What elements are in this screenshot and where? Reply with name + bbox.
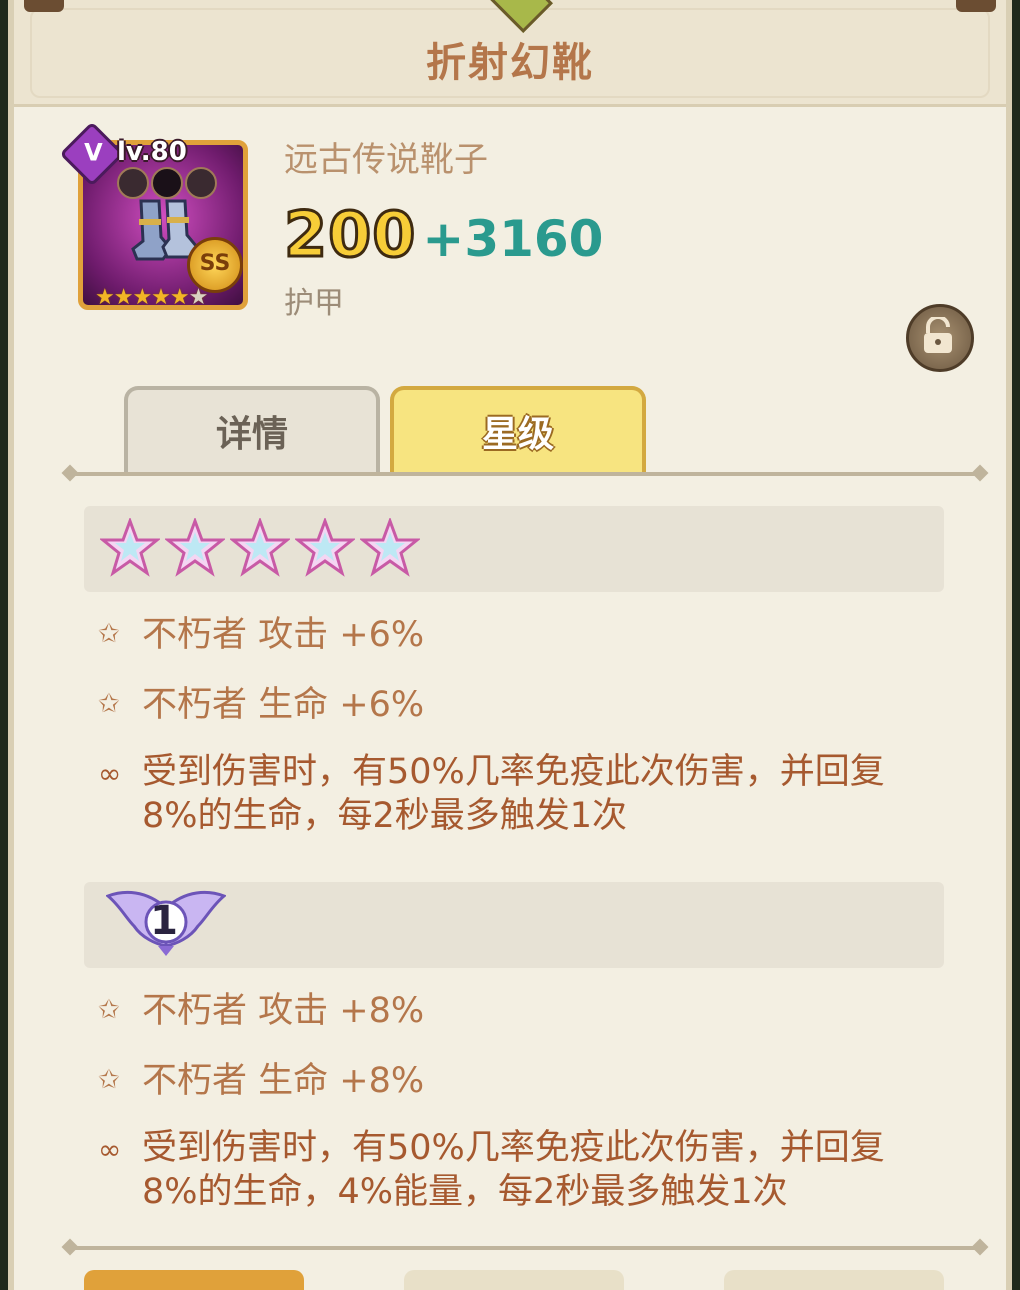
item-title: 折射幻靴 [426, 40, 594, 86]
item-level: lv.80 [117, 137, 187, 167]
item-stat: 200 +3160 [282, 197, 604, 273]
bottom-action-button[interactable] [724, 1270, 944, 1290]
rainbow-star-icon [165, 518, 225, 577]
item-rarity: 远古传说靴子 [284, 140, 488, 180]
bonus-line: ✩ 不朽者 生命 +8% [98, 1061, 425, 1101]
item-icon[interactable]: V lv.80 SS ★★★★★★ [59, 121, 248, 310]
gem-socket-icon [185, 167, 217, 199]
item-star-rating: ★★★★★★ [95, 285, 208, 310]
unlock-icon [924, 317, 952, 353]
header-gem-ornament [485, 0, 553, 33]
header-corner-ornament [956, 0, 996, 12]
bottom-action-button[interactable] [404, 1270, 624, 1290]
star-outline-icon: ✩ [98, 689, 120, 719]
bonus-line: ✩ 不朽者 生命 +6% [98, 685, 425, 725]
bottom-action-button[interactable] [84, 1270, 304, 1290]
link-icon: ∞ [98, 757, 122, 790]
rainbow-star-icon [295, 518, 355, 577]
effect-description: ∞ 受到伤害时，有50%几率免疫此次伤害，并回复8%的生命，每2秒最多触发1次 [98, 752, 885, 836]
tab-details[interactable]: 详情 [124, 386, 380, 474]
stat-base-value: 200 [282, 197, 417, 273]
star-outline-icon: ✩ [98, 619, 120, 649]
wing-level: 1 [150, 898, 178, 944]
stat-type-label: 护甲 [284, 286, 344, 321]
divider [70, 472, 980, 476]
star-outline-icon: ✩ [98, 995, 120, 1025]
vip-badge: V [59, 121, 125, 187]
effect-description: ∞ 受到伤害时，有50%几率免疫此次伤害，并回复8%的生命，4%能量，每2秒最多… [98, 1128, 885, 1212]
star-tier-banner [84, 506, 944, 592]
gem-socket-icon [151, 167, 183, 199]
wing-tier-banner: 1 [84, 882, 944, 968]
lock-button[interactable] [906, 304, 974, 372]
header-corner-ornament [24, 0, 64, 12]
star-outline-icon: ✩ [98, 1065, 120, 1095]
stat-bonus-value: +3160 [422, 210, 604, 268]
bonus-line: ✩ 不朽者 攻击 +8% [98, 991, 425, 1031]
tab-star-level[interactable]: 星级 [390, 386, 646, 474]
rainbow-star-icon [360, 518, 420, 577]
divider [70, 1246, 980, 1250]
link-icon: ∞ [98, 1133, 122, 1166]
bonus-line: ✩ 不朽者 攻击 +6% [98, 615, 425, 655]
rainbow-star-icon [100, 518, 160, 577]
panel-header: 折射幻靴 [14, 0, 1006, 107]
gem-socket-icon [117, 167, 149, 199]
item-detail-panel: 折射幻靴 V lv.80 SS ★★★★★★ 远古传说靴子 200 +3160 护… [8, 0, 1012, 1290]
rainbow-star-icon [230, 518, 290, 577]
